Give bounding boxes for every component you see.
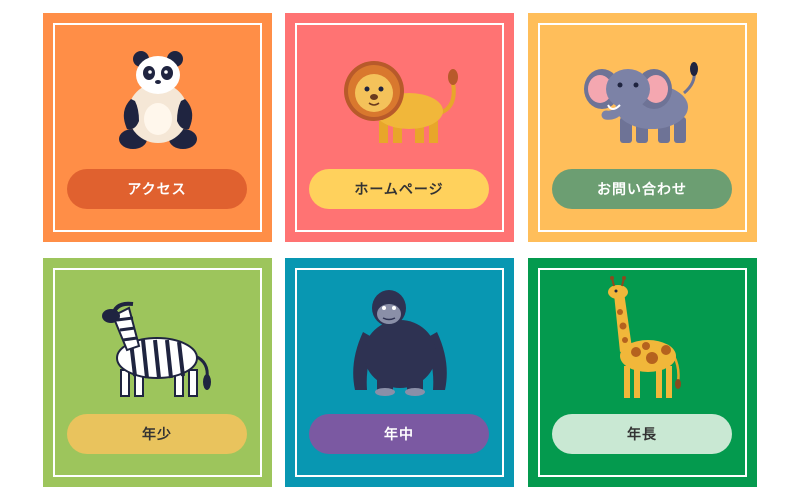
card-nenchu[interactable]: 年中 <box>285 258 514 487</box>
nenchu-button[interactable]: 年中 <box>309 414 489 454</box>
menu-grid: アクセス ホームページ お問い合わせ 年少 年中 年長 <box>0 0 800 500</box>
card-access[interactable]: アクセス <box>43 13 272 242</box>
nencho-button[interactable]: 年長 <box>552 414 732 454</box>
contact-button[interactable]: お問い合わせ <box>552 169 732 209</box>
card-nencho[interactable]: 年長 <box>528 258 757 487</box>
access-button[interactable]: アクセス <box>67 169 247 209</box>
card-contact[interactable]: お問い合わせ <box>528 13 757 242</box>
card-nensho[interactable]: 年少 <box>43 258 272 487</box>
homepage-button[interactable]: ホームページ <box>309 169 489 209</box>
nensho-button[interactable]: 年少 <box>67 414 247 454</box>
card-homepage[interactable]: ホームページ <box>285 13 514 242</box>
